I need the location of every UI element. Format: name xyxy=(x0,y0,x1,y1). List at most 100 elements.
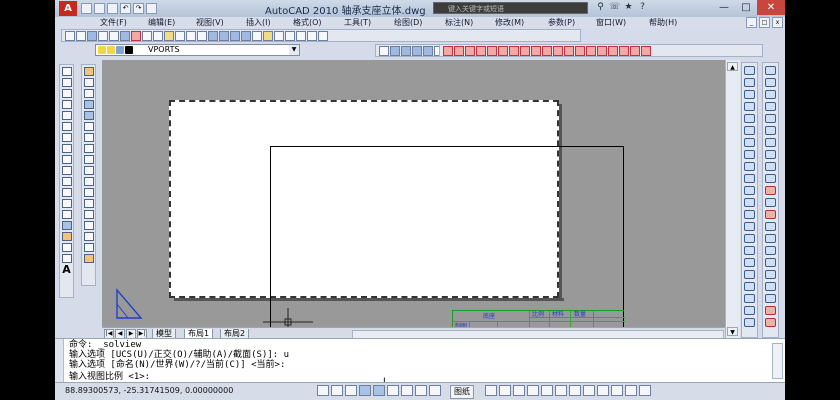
rectangle-icon[interactable] xyxy=(61,111,72,120)
grid-display-icon[interactable] xyxy=(331,385,343,396)
ordinate-icon[interactable] xyxy=(476,45,486,56)
helix-icon[interactable] xyxy=(744,162,755,171)
redo-icon[interactable] xyxy=(197,30,207,41)
radius-icon[interactable] xyxy=(487,45,497,56)
line-icon[interactable] xyxy=(61,67,72,76)
imprint-icon[interactable] xyxy=(765,222,776,231)
menu-file[interactable]: 文件(F) xyxy=(100,17,127,28)
status-menu-icon[interactable] xyxy=(625,385,637,396)
erase-icon[interactable] xyxy=(83,67,94,76)
showmotion-icon[interactable] xyxy=(555,385,567,396)
dimension-style-icon[interactable] xyxy=(641,45,651,56)
scale-icon[interactable] xyxy=(83,144,94,153)
help-icon[interactable] xyxy=(318,30,328,41)
table-icon[interactable] xyxy=(61,254,72,263)
ellipse-icon[interactable] xyxy=(61,166,72,175)
gradient-icon[interactable] xyxy=(61,232,72,241)
offset-icon[interactable] xyxy=(83,100,94,109)
menu-draw[interactable]: 绘图(D) xyxy=(394,17,422,28)
chamfer-icon[interactable] xyxy=(83,221,94,230)
jogged-linear-icon[interactable] xyxy=(619,45,629,56)
move-faces-icon[interactable] xyxy=(765,114,776,123)
open-icon[interactable] xyxy=(94,3,105,14)
union-solid-icon[interactable] xyxy=(765,66,776,75)
menu-tools[interactable]: 工具(T) xyxy=(344,17,371,28)
planar-surface-icon[interactable] xyxy=(744,174,755,183)
menu-edit[interactable]: 编辑(E) xyxy=(148,17,175,28)
check-icon[interactable] xyxy=(765,270,776,279)
save-icon[interactable] xyxy=(107,3,118,14)
solid-history-icon[interactable] xyxy=(765,318,776,327)
presspull-icon[interactable] xyxy=(744,198,755,207)
union-icon[interactable] xyxy=(744,246,755,255)
scroll-down-icon[interactable]: ▼ xyxy=(727,327,738,336)
workspace-switching-icon[interactable] xyxy=(597,385,609,396)
zoom-icon[interactable] xyxy=(401,45,411,56)
aligned-dimension-icon[interactable] xyxy=(454,45,464,56)
mirror-icon[interactable] xyxy=(83,89,94,98)
undo-icon[interactable]: ↶ xyxy=(120,3,131,14)
redo-icon[interactable]: ↷ xyxy=(133,3,144,14)
paste-icon[interactable] xyxy=(153,30,163,41)
polyline-icon[interactable] xyxy=(61,89,72,98)
steering-wheel-icon[interactable] xyxy=(541,385,553,396)
copy-icon[interactable] xyxy=(142,30,152,41)
break-at-point-icon[interactable] xyxy=(83,188,94,197)
color-faces-icon[interactable] xyxy=(765,186,776,195)
search-icon[interactable]: ⚲ xyxy=(595,2,606,13)
paper-space-toggle[interactable]: 图纸 xyxy=(450,385,474,399)
baseline-icon[interactable] xyxy=(542,45,552,56)
clean-icon[interactable] xyxy=(765,234,776,243)
insert-block-icon[interactable] xyxy=(61,188,72,197)
shell-icon[interactable] xyxy=(765,258,776,267)
block-editor-icon[interactable] xyxy=(175,30,185,41)
save-icon[interactable] xyxy=(87,30,97,41)
subtract-icon[interactable] xyxy=(744,258,755,267)
plot-icon[interactable] xyxy=(98,30,108,41)
polar-tracking-icon[interactable] xyxy=(359,385,371,396)
wedge-icon[interactable] xyxy=(744,90,755,99)
maximize-button[interactable]: □ xyxy=(735,0,757,15)
quickcalc-icon[interactable] xyxy=(307,30,317,41)
edit-dimension-icon[interactable] xyxy=(630,45,640,56)
copy-faces-icon[interactable] xyxy=(765,174,776,183)
revolve-icon[interactable] xyxy=(744,222,755,231)
pan-icon[interactable] xyxy=(208,30,218,41)
arc-length-icon[interactable] xyxy=(465,45,475,56)
inspection-icon[interactable] xyxy=(608,45,618,56)
rotate-faces-icon[interactable] xyxy=(765,150,776,159)
interfere-icon[interactable] xyxy=(765,306,776,315)
tolerance-icon[interactable] xyxy=(586,45,596,56)
quick-view-layouts-icon[interactable] xyxy=(485,385,497,396)
annotation-scale-icon[interactable] xyxy=(569,385,581,396)
undo-icon[interactable] xyxy=(186,30,196,41)
sphere-icon[interactable] xyxy=(744,114,755,123)
zoom-window-icon[interactable] xyxy=(412,45,422,56)
menu-insert[interactable]: 插入(I) xyxy=(246,17,271,28)
zoom-window-icon[interactable] xyxy=(230,30,240,41)
intersect-icon[interactable] xyxy=(744,270,755,279)
jogged-icon[interactable] xyxy=(498,45,508,56)
menu-view[interactable]: 视图(V) xyxy=(196,17,224,28)
break-icon[interactable] xyxy=(83,199,94,208)
app-logo-icon[interactable]: A xyxy=(59,1,77,16)
polygon-icon[interactable] xyxy=(61,100,72,109)
continue-icon[interactable] xyxy=(553,45,563,56)
coordinate-readout[interactable]: 88.89300573, -25.31741509, 0.00000000 xyxy=(65,386,233,395)
angular-icon[interactable] xyxy=(520,45,530,56)
new-icon[interactable] xyxy=(81,3,92,14)
extrude-icon[interactable] xyxy=(744,186,755,195)
command-window-grip[interactable] xyxy=(55,339,64,383)
loft-icon[interactable] xyxy=(744,234,755,243)
menu-format[interactable]: 格式(O) xyxy=(293,17,322,28)
linear-dimension-icon[interactable] xyxy=(443,45,453,56)
hatch-icon[interactable] xyxy=(61,221,72,230)
command-prompt[interactable]: 输入视图比例 <1>: xyxy=(69,372,150,382)
markup-icon[interactable] xyxy=(296,30,306,41)
spline-icon[interactable] xyxy=(61,155,72,164)
drawing-area[interactable]: 底座 比例 材料 数量 制图 审核 xyxy=(102,60,725,338)
intersect-solid-icon[interactable] xyxy=(765,90,776,99)
polysolid-icon[interactable] xyxy=(744,66,755,75)
doc-restore-button[interactable]: □ xyxy=(759,17,770,28)
cut-icon[interactable] xyxy=(131,30,141,41)
